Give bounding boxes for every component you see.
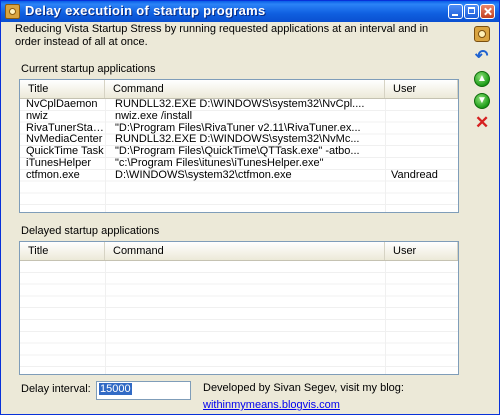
current-apps-label: Current startup applications bbox=[21, 63, 156, 75]
window-title: Delay executioin of startup programs bbox=[25, 3, 266, 18]
move-down-icon: ▼ bbox=[474, 93, 490, 109]
move-down-button[interactable]: ▼ bbox=[472, 92, 492, 110]
move-up-icon: ▲ bbox=[474, 71, 490, 87]
settings-icon bbox=[474, 26, 490, 42]
column-user[interactable]: User bbox=[385, 80, 458, 98]
column-title[interactable]: Title bbox=[20, 242, 105, 260]
blog-link[interactable]: withinmymeans.blogvis.com bbox=[203, 399, 340, 411]
list-body: NvCplDaemon RUNDLL32.EXE D:\WINDOWS\syst… bbox=[20, 98, 458, 212]
minimize-button[interactable] bbox=[448, 4, 463, 19]
row-user: Vandread bbox=[391, 168, 438, 181]
close-button[interactable] bbox=[480, 4, 495, 19]
developer-text: Developed by Sivan Segev, visit my blog: bbox=[203, 382, 404, 394]
column-command[interactable]: Command bbox=[105, 80, 385, 98]
title-bar[interactable]: Delay executioin of startup programs bbox=[1, 1, 499, 22]
column-title[interactable]: Title bbox=[20, 80, 105, 98]
row-title: ctfmon.exe bbox=[26, 168, 80, 181]
column-user[interactable]: User bbox=[385, 242, 458, 260]
delay-interval-label: Delay interval: bbox=[21, 383, 91, 395]
list-body bbox=[20, 261, 458, 374]
column-command[interactable]: Command bbox=[105, 242, 385, 260]
undo-icon: ↶ bbox=[475, 48, 489, 65]
delete-icon: ✕ bbox=[475, 113, 490, 132]
delayed-apps-list[interactable]: Title Command User bbox=[19, 241, 459, 375]
maximize-button[interactable] bbox=[464, 4, 479, 19]
move-up-button[interactable]: ▲ bbox=[472, 70, 492, 88]
current-apps-list[interactable]: Title Command User NvCplDaemon RUNDLL32.… bbox=[19, 79, 459, 213]
list-header: Title Command User bbox=[20, 80, 458, 99]
description-text: Reducing Vista Startup Stress by running… bbox=[15, 23, 429, 48]
undo-button[interactable]: ↶ bbox=[472, 48, 492, 66]
app-icon bbox=[5, 4, 20, 19]
table-row[interactable]: ctfmon.exe D:\WINDOWS\system32\ctfmon.ex… bbox=[20, 168, 458, 182]
delayed-apps-label: Delayed startup applications bbox=[21, 225, 160, 237]
row-command: D:\WINDOWS\system32\ctfmon.exe bbox=[115, 168, 292, 181]
list-header: Title Command User bbox=[20, 242, 458, 261]
delay-interval-input[interactable]: 15000 bbox=[96, 381, 191, 400]
app-window: Delay executioin of startup programs Red… bbox=[0, 0, 500, 415]
settings-button[interactable] bbox=[472, 25, 492, 43]
delete-button[interactable]: ✕ bbox=[472, 114, 492, 132]
delay-interval-value: 15000 bbox=[99, 383, 132, 395]
